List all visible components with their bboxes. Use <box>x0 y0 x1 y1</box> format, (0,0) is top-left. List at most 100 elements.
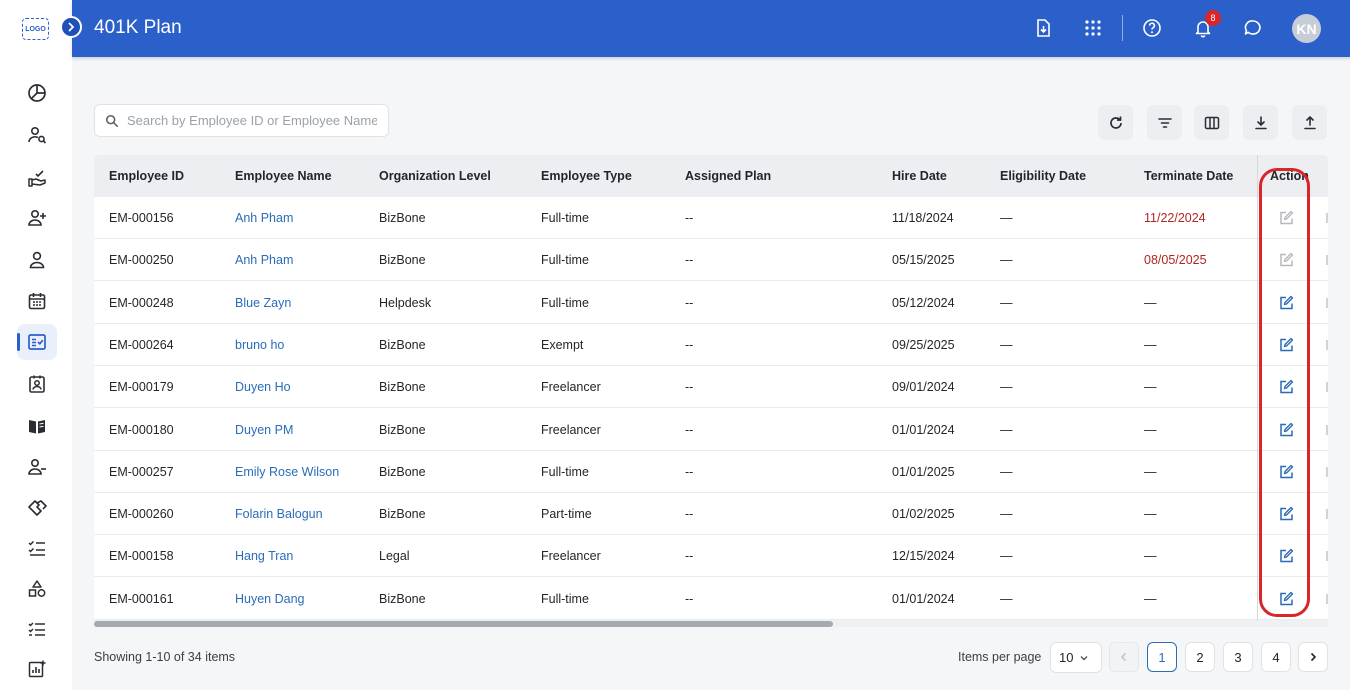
items-per-page-select[interactable]: 10 <box>1050 642 1102 673</box>
employee-name-link[interactable]: Folarin Balogun <box>235 493 323 535</box>
logo: LOGO <box>22 18 49 40</box>
employee-name-link[interactable]: bruno ho <box>235 324 284 366</box>
filter-button[interactable] <box>1147 105 1182 140</box>
edit-button[interactable] <box>1277 421 1295 439</box>
employee-name-link[interactable]: Hang Tran <box>235 535 293 577</box>
employee-name-link[interactable]: Anh Pham <box>235 239 293 281</box>
employee-name-link[interactable]: Blue Zayn <box>235 282 291 324</box>
sidebar-item-hand-check[interactable] <box>17 160 57 196</box>
employee-name-link[interactable]: Emily Rose Wilson <box>235 451 339 493</box>
cell-employee-type: Freelancer <box>541 549 601 563</box>
cell-eligibility-date: — <box>1000 253 1013 267</box>
cell-employee-id: EM-000257 <box>109 465 174 479</box>
chart-add-icon <box>28 660 46 678</box>
sidebar-item-list-check[interactable] <box>17 611 57 647</box>
next-page-button[interactable] <box>1298 642 1328 672</box>
sidebar-expand-button[interactable] <box>60 16 82 38</box>
cell-terminate-date: — <box>1144 423 1157 437</box>
plan-checklist-icon <box>28 334 46 350</box>
sidebar-item-shapes[interactable] <box>17 571 57 607</box>
overflow-column-edge <box>1326 594 1328 604</box>
download-button[interactable] <box>1243 105 1278 140</box>
employee-name-link[interactable]: Duyen Ho <box>235 366 291 408</box>
column-header-employee-type[interactable]: Employee Type <box>541 155 632 197</box>
cell-assigned-plan: -- <box>685 549 694 563</box>
sidebar-item-user-add[interactable] <box>17 200 57 236</box>
column-header-assigned-plan[interactable]: Assigned Plan <box>685 155 771 197</box>
cell-employee-id: EM-000179 <box>109 380 174 394</box>
cell-eligibility-date: — <box>1000 338 1013 352</box>
edit-button[interactable] <box>1277 294 1295 312</box>
document-download-icon[interactable] <box>1030 15 1056 41</box>
sidebar: LOGO <box>0 0 72 690</box>
cell-organization-level: Helpdesk <box>379 296 432 310</box>
list-check-icon <box>28 622 45 636</box>
edit-button[interactable] <box>1277 590 1295 608</box>
column-header-organization-level[interactable]: Organization Level <box>379 155 491 197</box>
cell-terminate-date: 08/05/2025 <box>1144 253 1207 267</box>
cell-employee-type: Full-time <box>541 296 589 310</box>
sidebar-item-user-search[interactable] <box>17 117 57 153</box>
apps-grid-icon[interactable] <box>1080 15 1106 41</box>
upload-button[interactable] <box>1292 105 1327 140</box>
user-search-icon <box>28 126 47 144</box>
edit-icon <box>1280 591 1294 606</box>
edit-icon <box>1280 295 1294 310</box>
help-icon[interactable] <box>1139 15 1165 41</box>
sidebar-item-user[interactable] <box>17 242 57 278</box>
chevron-right-icon <box>68 22 75 32</box>
overflow-column-edge <box>1326 425 1328 435</box>
sidebar-item-pie-chart[interactable] <box>17 75 57 111</box>
edit-button[interactable] <box>1277 463 1295 481</box>
edit-button[interactable] <box>1277 336 1295 354</box>
scrollbar-thumb[interactable] <box>94 621 833 627</box>
sidebar-item-handshake[interactable] <box>17 490 57 526</box>
edit-button <box>1277 209 1295 227</box>
chevron-down-icon <box>1080 655 1088 660</box>
column-header-terminate-date[interactable]: Terminate Date <box>1144 155 1233 197</box>
page-title: 401K Plan <box>94 17 182 38</box>
edit-button[interactable] <box>1277 378 1295 396</box>
column-header-hire-date[interactable]: Hire Date <box>892 155 947 197</box>
employee-name-link[interactable]: Duyen PM <box>235 409 293 451</box>
sidebar-item-plan-checklist[interactable] <box>17 324 57 360</box>
sidebar-item-book[interactable] <box>17 408 57 444</box>
sidebar-item-contact-card[interactable] <box>17 366 57 402</box>
cell-terminate-date: — <box>1144 380 1157 394</box>
cell-terminate-date: — <box>1144 338 1157 352</box>
sidebar-item-calendar[interactable] <box>17 283 57 319</box>
items-per-page-value: 10 <box>1059 650 1074 665</box>
edit-button[interactable] <box>1277 547 1295 565</box>
overflow-column-edge <box>1326 467 1328 477</box>
table-row: EM-000156 Anh Pham BizBone Full-time -- 11/18… <box>94 197 1328 239</box>
column-header-employee-name[interactable]: Employee Name <box>235 155 332 197</box>
sidebar-item-checklist[interactable] <box>17 530 57 566</box>
search-input[interactable] <box>127 113 377 128</box>
refresh-button[interactable] <box>1098 105 1133 140</box>
prev-page-button[interactable] <box>1109 642 1139 672</box>
table-row: EM-000179 Duyen Ho BizBone Freelancer -- 09/0… <box>94 366 1328 408</box>
overflow-column-edge <box>1326 382 1328 392</box>
avatar[interactable]: KN <box>1292 14 1321 43</box>
page-button-1[interactable]: 1 <box>1147 642 1177 672</box>
employee-name-link[interactable]: Huyen Dang <box>235 578 305 620</box>
page-button-4[interactable]: 4 <box>1261 642 1291 672</box>
edit-button[interactable] <box>1277 505 1295 523</box>
sidebar-item-chart-add[interactable] <box>17 651 57 687</box>
chat-icon[interactable] <box>1240 15 1266 41</box>
cell-employee-id: EM-000248 <box>109 296 174 310</box>
cell-hire-date: 11/18/2024 <box>892 211 954 225</box>
edit-icon <box>1280 252 1294 267</box>
page-button-2[interactable]: 2 <box>1185 642 1215 672</box>
column-header-eligibility-date[interactable]: Eligibility Date <box>1000 155 1086 197</box>
employee-name-link[interactable]: Anh Pham <box>235 197 293 239</box>
table-row: EM-000250 Anh Pham BizBone Full-time -- 05/15… <box>94 239 1328 281</box>
cell-organization-level: Legal <box>379 549 410 563</box>
columns-button[interactable] <box>1194 105 1229 140</box>
column-header-employee-id[interactable]: Employee ID <box>109 155 184 197</box>
sidebar-item-user-remove[interactable] <box>17 449 57 485</box>
columns-icon <box>1204 116 1219 129</box>
cell-organization-level: BizBone <box>379 507 426 521</box>
page-button-3[interactable]: 3 <box>1223 642 1253 672</box>
cell-employee-type: Exempt <box>541 338 584 352</box>
